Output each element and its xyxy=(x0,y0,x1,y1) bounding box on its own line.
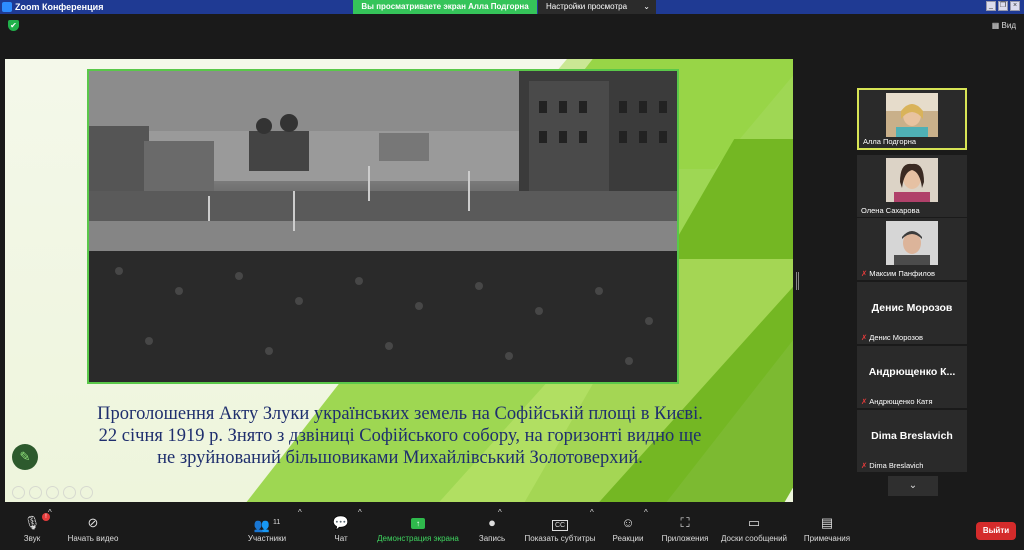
view-button[interactable]: ▦ Вид xyxy=(992,21,1016,30)
window-title: Zoom Конференция xyxy=(15,2,104,12)
whiteboards-button[interactable]: ▭ Доски сообщений xyxy=(716,508,792,550)
participant-display-name: Dima Breslavich xyxy=(871,430,953,442)
panel-splitter[interactable] xyxy=(796,272,799,290)
apps-label: Приложения xyxy=(661,534,709,543)
record-label: Запись xyxy=(478,534,506,543)
leave-button[interactable]: Выйти xyxy=(976,522,1016,540)
participants-options-caret[interactable]: ^ xyxy=(298,508,302,550)
apps-icon: ⛶ xyxy=(680,515,690,530)
participant-name: Денис Морозов xyxy=(869,333,923,342)
participant-name-row: ✗ Андрющенко Катя xyxy=(861,397,933,406)
slide-tool-icon[interactable] xyxy=(80,486,93,499)
participant-display-name: Андрющенко К... xyxy=(868,366,956,378)
whiteboard-label: Доски сообщений xyxy=(720,534,787,543)
muted-mic-icon: ✗ xyxy=(861,397,868,406)
captions-icon: CC xyxy=(551,520,569,531)
share-label: Демонстрация экрана xyxy=(377,534,459,543)
chat-icon: 💬 xyxy=(332,515,350,530)
window-controls: _ ❐ × xyxy=(986,1,1020,11)
record-icon: ● xyxy=(488,515,496,530)
chat-options-caret[interactable]: ^ xyxy=(358,508,362,550)
view-options-label: Настройки просмотра xyxy=(546,2,628,11)
notes-button[interactable]: ▤ Примечания xyxy=(800,508,854,550)
caption-line: Проголошення Акту Злуки українських земе… xyxy=(97,404,703,424)
participants-count: 11 xyxy=(272,519,281,526)
close-button[interactable]: × xyxy=(1010,1,1020,11)
participant-tile[interactable]: Олена Сахарова xyxy=(857,155,967,217)
caption-line: не зруйнований більшовиками Михайлівськи… xyxy=(157,448,643,468)
audio-label: Звук xyxy=(23,534,41,543)
reactions-label: Реакции xyxy=(612,534,644,543)
slide-tools xyxy=(12,486,93,499)
share-screen-icon: ↑ xyxy=(411,518,425,530)
viewing-banner: Вы просматриваете экран Алла Подгорна xyxy=(353,0,537,14)
meeting-toolbar: 🎙 ! Звук ^ ⊘ Начать видео 👥 11 Участники … xyxy=(0,508,1024,550)
captions-icon-wrap: CC xyxy=(520,512,600,534)
participant-tile[interactable]: Dima Breslavich ✗ Dima Breslavich xyxy=(857,410,967,472)
chevron-down-icon: ⌄ xyxy=(643,2,650,11)
video-off-icon: ⊘ xyxy=(87,515,99,530)
share-icon-wrap: ↑ xyxy=(374,512,462,534)
video-label: Начать видео xyxy=(67,534,119,543)
participant-name-row: ✗ Максим Панфилов xyxy=(861,269,935,278)
historical-photo xyxy=(87,69,679,384)
participants-label: Участники xyxy=(247,534,287,543)
minimize-button[interactable]: _ xyxy=(986,1,996,11)
participant-name-row: ✗ Dima Breslavich xyxy=(861,461,923,470)
slide-tool-icon[interactable] xyxy=(46,486,59,499)
audio-button[interactable]: 🎙 ! Звук xyxy=(12,508,52,550)
start-video-button[interactable]: ⊘ Начать видео xyxy=(62,508,124,550)
audio-options-caret[interactable]: ^ xyxy=(48,508,52,550)
muted-mic-icon: ✗ xyxy=(861,269,868,278)
participant-tile[interactable]: Денис Морозов ✗ Денис Морозов xyxy=(857,282,967,344)
participant-tile[interactable]: Алла Подгорна xyxy=(857,88,967,150)
slide-caption: Проголошення Акту Злуки українських земе… xyxy=(35,403,765,469)
captions-options-caret[interactable]: ^ xyxy=(590,508,594,550)
chat-label: Чат xyxy=(334,534,348,543)
participant-tile[interactable]: Андрющенко К... ✗ Андрющенко Катя xyxy=(857,346,967,408)
shared-screen-slide: Проголошення Акту Злуки українських земе… xyxy=(5,59,793,502)
whiteboard-icon: ▭ xyxy=(747,515,761,530)
participant-tile[interactable]: ✗ Максим Панфилов xyxy=(857,218,967,280)
view-button-label: Вид xyxy=(1001,21,1016,30)
participant-name: Олена Сахарова xyxy=(861,206,920,215)
participant-video xyxy=(886,93,938,137)
participant-name: Максим Панфилов xyxy=(869,269,936,278)
reactions-options-caret[interactable]: ^ xyxy=(644,508,648,550)
participant-video xyxy=(886,158,938,202)
zoom-logo-icon xyxy=(2,2,12,12)
slide-tool-icon[interactable] xyxy=(63,486,76,499)
photo-illustration xyxy=(89,71,677,382)
annotate-pen-icon[interactable]: ✎ xyxy=(12,444,38,470)
slide-tool-icon[interactable] xyxy=(12,486,25,499)
muted-mic-icon: ✗ xyxy=(861,461,868,470)
participant-name: Андрющенко Катя xyxy=(869,397,933,406)
captions-button[interactable]: CC Показать субтитры xyxy=(520,508,600,550)
reactions-button[interactable]: ☺ Реакции xyxy=(608,508,648,550)
participant-name: Dima Breslavich xyxy=(869,461,924,470)
record-button[interactable]: ● Запись xyxy=(474,508,510,550)
reactions-icon: ☺ xyxy=(621,515,635,530)
share-screen-button[interactable]: ↑ Демонстрация экрана xyxy=(374,508,462,550)
participant-video xyxy=(886,221,938,265)
participants-icon: 👥 11 xyxy=(253,517,281,533)
chat-button[interactable]: 💬 Чат xyxy=(326,508,356,550)
security-shield-icon[interactable]: ✔ xyxy=(8,20,19,31)
chevron-down-icon[interactable]: ⌄ xyxy=(888,476,938,496)
captions-label: Показать субтитры xyxy=(524,534,596,543)
muted-mic-icon: ✗ xyxy=(861,333,868,342)
participant-display-name: Денис Морозов xyxy=(871,302,953,314)
apps-button[interactable]: ⛶ Приложения xyxy=(658,508,712,550)
restore-button[interactable]: ❐ xyxy=(998,1,1008,11)
participants-button[interactable]: 👥 11 Участники xyxy=(244,508,290,550)
caption-line: 22 січня 1919 р. Знято з дзвіниці Софійс… xyxy=(98,426,702,446)
participant-name: Алла Подгорна xyxy=(863,137,917,146)
view-options-button[interactable]: Настройки просмотра ⌄ xyxy=(538,0,656,14)
slide-tool-icon[interactable] xyxy=(29,486,42,499)
notes-label: Примечания xyxy=(803,534,851,543)
notes-icon: ▤ xyxy=(820,515,834,530)
participant-name-row: ✗ Денис Морозов xyxy=(861,333,923,342)
